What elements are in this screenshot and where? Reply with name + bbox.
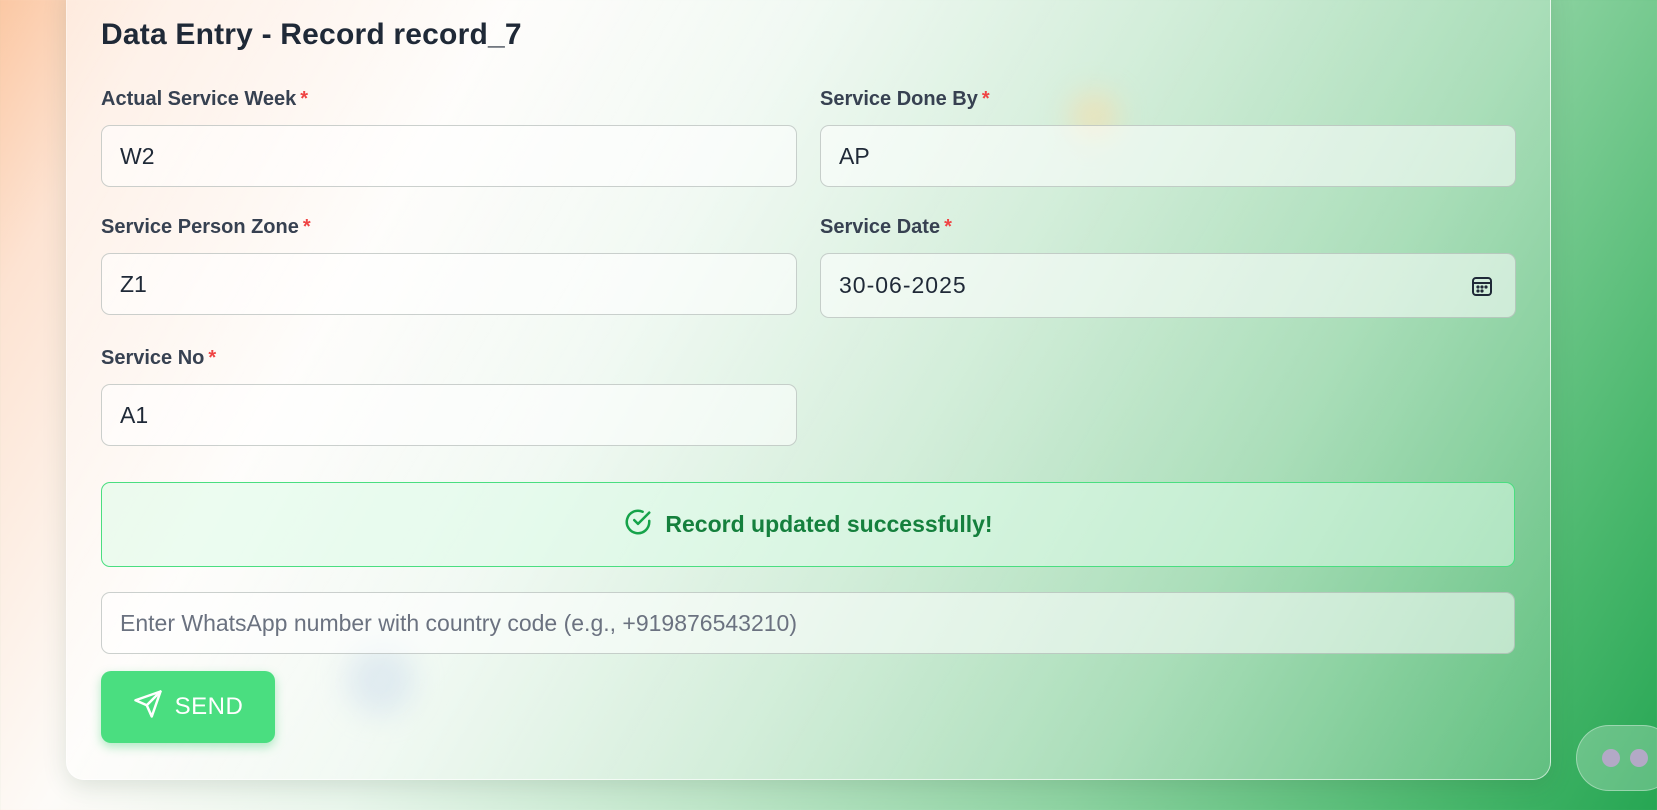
service-person-zone-label-text: Service Person Zone xyxy=(101,216,299,238)
actual-service-week-input[interactable] xyxy=(120,142,778,170)
service-person-zone-label: Service Person Zone * xyxy=(101,216,311,239)
actual-service-week-label: Actual Service Week * xyxy=(101,88,308,111)
check-circle-icon xyxy=(623,507,653,543)
service-no-field[interactable] xyxy=(101,384,797,446)
service-date-label-text: Service Date xyxy=(820,216,941,238)
send-button[interactable]: SEND xyxy=(101,671,275,743)
service-no-input[interactable] xyxy=(120,401,778,429)
whatsapp-number-input[interactable] xyxy=(120,609,1496,637)
calendar-icon[interactable] xyxy=(1469,273,1495,299)
chat-dot xyxy=(1602,749,1620,767)
required-marker: * xyxy=(208,347,217,369)
service-done-by-field[interactable] xyxy=(820,125,1516,187)
service-person-zone-input[interactable] xyxy=(120,270,778,298)
service-done-by-label-text: Service Done By xyxy=(820,88,978,110)
service-date-value: 30-06-2025 xyxy=(839,272,967,298)
send-icon xyxy=(133,689,163,726)
service-no-label-text: Service No xyxy=(101,347,205,369)
service-done-by-input[interactable] xyxy=(839,142,1497,170)
chat-dots-icon[interactable] xyxy=(1576,725,1657,791)
service-person-zone-field[interactable] xyxy=(101,253,797,315)
success-message-text: Record updated successfully! xyxy=(665,511,993,537)
send-button-label: SEND xyxy=(174,693,244,720)
required-marker: * xyxy=(981,88,990,110)
chat-dot xyxy=(1630,749,1648,767)
service-date-field[interactable]: 30-06-2025 xyxy=(820,253,1516,318)
page-title: Data Entry - Record record_7 xyxy=(101,18,522,51)
required-marker: * xyxy=(300,88,309,110)
actual-service-week-label-text: Actual Service Week xyxy=(101,88,297,110)
service-date-label: Service Date * xyxy=(820,216,952,239)
service-no-label: Service No * xyxy=(101,347,216,370)
success-message: Record updated successfully! xyxy=(101,482,1515,567)
actual-service-week-field[interactable] xyxy=(101,125,797,187)
required-marker: * xyxy=(302,216,311,238)
whatsapp-number-field[interactable] xyxy=(101,592,1515,654)
service-done-by-label: Service Done By * xyxy=(820,88,990,111)
required-marker: * xyxy=(944,216,952,238)
